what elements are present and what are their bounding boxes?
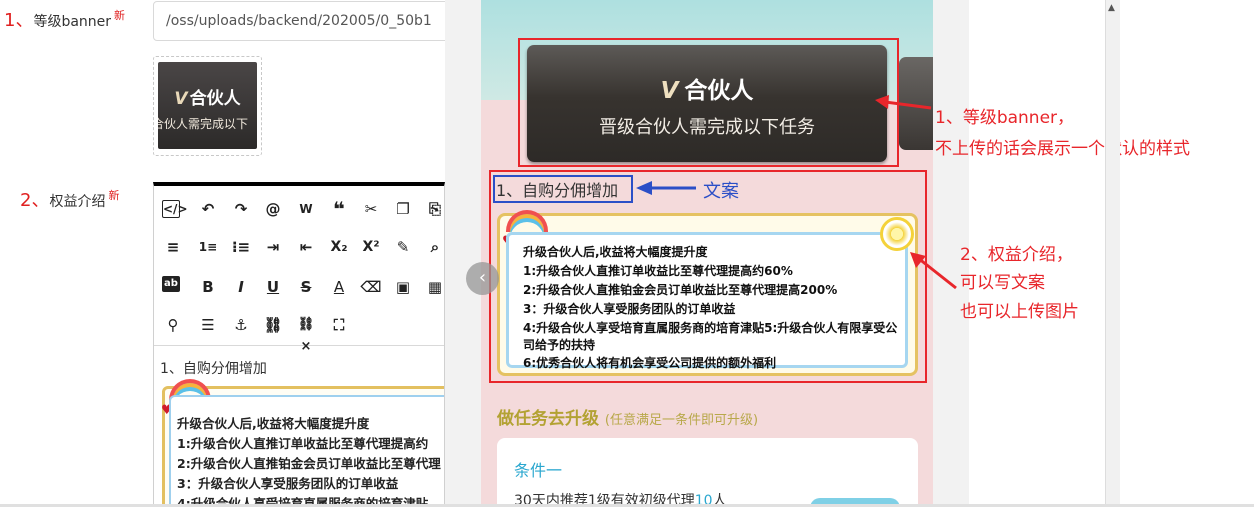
banner-highlight-box: [518, 38, 899, 167]
unordered-list-icon[interactable]: ⁝≡: [230, 236, 252, 258]
editor-benefit-line: 2:升级合伙人直推铂金会员订单收益比至尊代理: [177, 456, 441, 471]
annotation-benefit-line3: 也可以上传图片: [960, 302, 1079, 322]
annotation-arrow-copy: [636, 181, 696, 195]
thumbnail-subtitle: 合伙人需完成以下: [158, 117, 249, 131]
benefit-field-label: 2、权益介绍新: [20, 186, 119, 212]
align-icon[interactable]: ≡: [162, 236, 184, 258]
carousel-prev-arrow[interactable]: ‹: [466, 262, 499, 295]
redo-icon[interactable]: ↷: [230, 198, 252, 220]
link-icon[interactable]: ⛓: [262, 314, 284, 336]
copy-icon[interactable]: ❐: [392, 198, 414, 220]
task-section-note: (任意满足一条件即可升级): [604, 413, 759, 428]
task-section-title: 做任务去升级 (任意满足一条件即可升级): [497, 409, 759, 429]
annotation-benefit-line2: 可以写文案: [960, 273, 1045, 293]
banner-label-text: 等级banner: [33, 14, 112, 30]
gallery-icon[interactable]: ▦: [424, 276, 444, 298]
editor-benefit-line: 升级合伙人后,收益将大幅度提升度: [177, 416, 370, 431]
benefit-label-text: 权益介绍: [49, 194, 106, 210]
bold-icon[interactable]: B: [197, 276, 219, 298]
banner-field-label: 1、等级banner 新: [4, 6, 125, 32]
undo-icon[interactable]: ↶: [197, 198, 219, 220]
ab-icon[interactable]: ab: [162, 276, 180, 292]
at-icon[interactable]: @: [262, 198, 284, 220]
find-icon[interactable]: ⌕: [424, 236, 444, 258]
annotation-banner-line2: 不上传的话会展示一个默认的样式: [935, 139, 1190, 159]
source-icon[interactable]: </>: [162, 200, 188, 218]
indent-icon[interactable]: ⇥: [262, 236, 284, 258]
unlink-icon[interactable]: ⛓×: [295, 314, 317, 354]
annotation-arrow-benefit: [910, 252, 957, 290]
condition-title: 条件一: [514, 461, 563, 480]
new-tag: 新: [114, 9, 126, 22]
fullscreen-icon[interactable]: ⛶: [328, 314, 350, 336]
font-icon[interactable]: A: [328, 276, 350, 298]
eraser-icon[interactable]: ✎: [392, 236, 414, 258]
editor-benefit-image: ♥ 升级合伙人后,收益将大幅度提升度 1:升级合伙人直推订单收益比至尊代理提高约…: [161, 379, 444, 506]
banner-label-number: 1、: [4, 10, 34, 31]
new-tag: 新: [108, 189, 120, 202]
anchor-link-icon[interactable]: ⚲: [162, 314, 184, 336]
strikethrough-icon[interactable]: S: [295, 276, 317, 298]
editor-benefit-line: 3：升级合伙人享受服务团队的订单收益: [177, 476, 399, 491]
annotation-arrow-banner: [875, 95, 932, 110]
subscript-icon[interactable]: X₂: [328, 236, 350, 258]
annotation-benefit-line1: 2、权益介绍，: [960, 245, 1073, 265]
paste-icon[interactable]: ⎘: [424, 198, 444, 220]
clear-format-icon[interactable]: ⌫: [360, 276, 382, 298]
banner-thumbnail-image: V 合伙人 合伙人需完成以下: [158, 62, 257, 149]
scrollbar[interactable]: [1105, 0, 1120, 507]
editor-benefit-line: 1:升级合伙人直推订单收益比至尊代理提高约: [177, 436, 429, 451]
anchor-icon[interactable]: ⚓: [230, 314, 252, 336]
rich-text-editor[interactable]: </> ↶ ↷ @ W ❝ ✂ ❐ ⎘ ≡ 1≡ ⁝≡ ⇥ ⇤ X₂ X² ✎ …: [153, 182, 445, 507]
hr-icon[interactable]: ☰: [197, 314, 219, 336]
outdent-icon[interactable]: ⇤: [295, 236, 317, 258]
quote-icon[interactable]: ❝: [328, 198, 350, 220]
banner-thumbnail[interactable]: V 合伙人 合伙人需完成以下: [153, 56, 262, 156]
scroll-up-icon[interactable]: ▲: [1108, 3, 1115, 13]
underline-icon[interactable]: U: [262, 276, 284, 298]
annotation-copy: 文案: [703, 181, 739, 202]
benefit-label-number: 2、: [20, 190, 50, 211]
italic-icon[interactable]: I: [230, 276, 252, 298]
annotation-banner-line1: 1、等级banner，: [935, 108, 1075, 128]
word-icon[interactable]: W: [295, 198, 317, 220]
thumbnail-title: V 合伙人: [174, 89, 241, 109]
ordered-list-icon[interactable]: 1≡: [197, 236, 219, 258]
banner-path-input[interactable]: /oss/uploads/backend/202005/0_50b1: [153, 1, 453, 41]
editor-paragraph: 1、自购分佣增加: [160, 361, 267, 377]
cut-icon[interactable]: ✂: [360, 198, 382, 220]
superscript-icon[interactable]: X²: [360, 236, 382, 258]
editor-toolbar: </> ↶ ↷ @ W ❝ ✂ ❐ ⎘ ≡ 1≡ ⁝≡ ⇥ ⇤ X₂ X² ✎ …: [154, 186, 444, 354]
image-icon[interactable]: ▣: [392, 276, 414, 298]
